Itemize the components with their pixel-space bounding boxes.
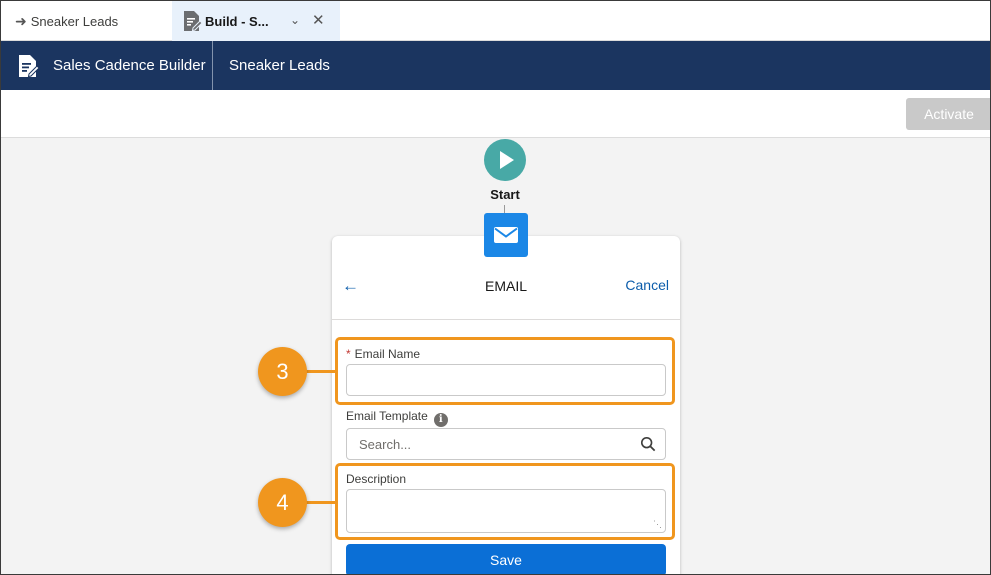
play-icon [500,151,514,169]
toolbar: Activate [1,90,990,138]
nav-bar: Sales Cadence Builder Sneaker Leads [1,41,990,90]
email-template-label: Email Template i [346,409,448,427]
callout-4: 4 [258,478,307,527]
document-edit-icon [184,11,202,32]
callout-3: 3 [258,347,307,396]
envelope-icon [494,227,518,243]
email-template-label-text: Email Template [346,409,428,423]
app-window: ➜ Sneaker Leads Build - S... ⌄ ✕ Sales C… [0,0,991,575]
email-step-node[interactable] [484,213,528,257]
save-button[interactable]: Save [346,544,666,574]
app-name: Sales Cadence Builder [53,57,206,74]
close-icon[interactable]: ✕ [312,11,325,29]
app-launcher[interactable]: Sales Cadence Builder [1,41,213,90]
chevron-down-icon[interactable]: ⌄ [290,13,300,27]
highlight-description [335,463,675,540]
search-placeholder: Search... [359,437,412,452]
info-icon[interactable]: i [433,413,448,427]
tab-sneaker-leads[interactable]: ➜ Sneaker Leads [1,1,171,41]
tab-label: Build - S... [205,13,269,29]
start-node[interactable] [484,139,526,181]
record-name[interactable]: Sneaker Leads [229,41,330,90]
search-icon[interactable] [640,436,656,452]
activate-button[interactable]: Activate [906,98,990,130]
tab-bar: ➜ Sneaker Leads Build - S... ⌄ ✕ [1,1,990,41]
tab-label: Sneaker Leads [30,13,119,29]
document-edit-icon [19,54,39,77]
highlight-email-name [335,337,675,405]
arrow-right-icon: ➜ [15,12,27,29]
tab-build[interactable]: Build - S... ⌄ ✕ [172,1,340,41]
cancel-link[interactable]: Cancel [625,277,669,293]
start-label: Start [490,187,520,202]
email-template-search[interactable]: Search... [346,428,666,460]
